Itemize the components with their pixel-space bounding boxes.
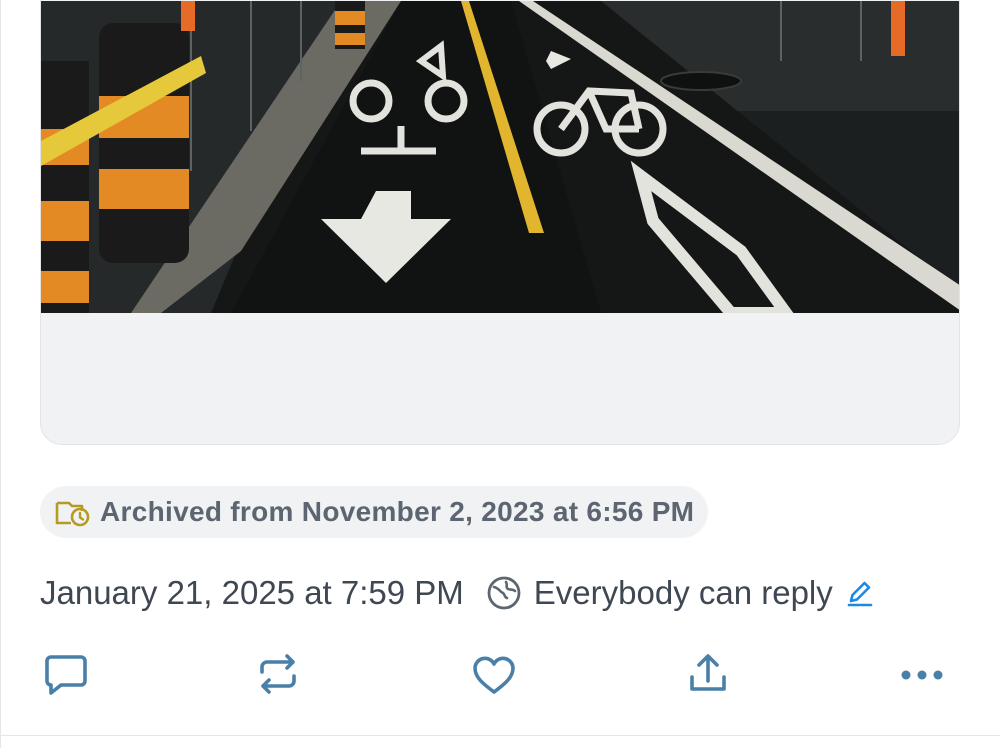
reply-button[interactable] <box>38 648 94 700</box>
reply-setting[interactable]: Everybody can reply <box>534 574 833 612</box>
post-timestamp: January 21, 2025 at 7:59 PM <box>40 574 464 611</box>
post-meta: January 21, 2025 at 7:59 PM Everybody ca… <box>40 570 875 616</box>
repost-icon <box>260 654 296 694</box>
share-button[interactable] <box>680 648 736 700</box>
post-image-container[interactable] <box>40 0 960 445</box>
share-icon <box>690 654 726 691</box>
archived-label: Archived from November 2, 2023 at 6:56 P… <box>100 496 695 527</box>
archived-badge: Archived from November 2, 2023 at 6:56 P… <box>40 486 709 538</box>
edit-pencil-icon[interactable] <box>845 578 875 608</box>
post-image[interactable] <box>41 1 960 313</box>
globe-icon <box>487 576 521 610</box>
archive-clock-icon <box>55 501 90 527</box>
divider <box>0 735 1000 736</box>
heart-icon <box>473 656 515 694</box>
more-dots-icon <box>901 670 943 680</box>
divider <box>0 0 1 748</box>
like-button[interactable] <box>466 648 522 700</box>
post-detail: Archived from November 2, 2023 at 6:56 P… <box>0 0 1000 748</box>
repost-button[interactable] <box>250 648 306 700</box>
post-actions <box>0 640 1000 710</box>
reply-icon <box>45 655 87 695</box>
more-options-button[interactable] <box>894 648 950 700</box>
